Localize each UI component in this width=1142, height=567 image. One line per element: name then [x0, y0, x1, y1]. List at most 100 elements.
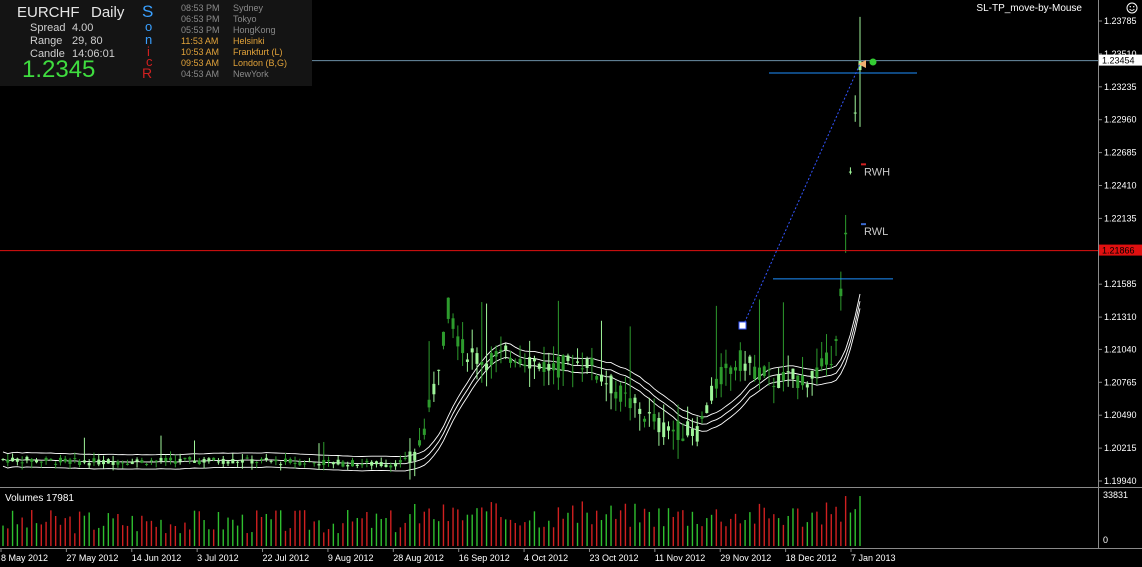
candle-body [106, 459, 110, 464]
candle-body [331, 462, 335, 465]
price-marker-label: 1.21866 [1102, 246, 1135, 256]
time-tick-label: 22 Jul 2012 [263, 553, 310, 563]
candle-body [643, 418, 647, 422]
candle-body [676, 420, 680, 440]
candle-body [188, 457, 192, 460]
candle-body [494, 351, 498, 357]
candle-body [121, 462, 125, 464]
volume-label: Volumes 17981 [5, 493, 74, 504]
candle-body [734, 367, 738, 371]
candle-body [456, 336, 460, 347]
candle-body [135, 459, 139, 462]
info-panel: EURCHF Daily Spread 4.00 Range 29, 80 Ca… [0, 0, 312, 86]
candle-body [236, 461, 240, 463]
price-tick-label: 1.22685 [1104, 148, 1137, 158]
candle-body [633, 397, 637, 404]
candle-body [298, 461, 302, 466]
candle-body [786, 371, 790, 373]
annotation-marker [861, 163, 866, 166]
candle-body [791, 368, 795, 380]
candle-body [461, 339, 465, 354]
candle-body [528, 357, 532, 369]
candle-body [173, 461, 177, 464]
session-clock-row: 10:53 AM Frankfurt (L) [181, 47, 283, 57]
session-city: Sydney [233, 3, 264, 13]
candle-body [44, 457, 48, 461]
session-time: 04:53 AM [181, 69, 220, 79]
price-tick-label: 1.23785 [1104, 16, 1137, 26]
candle-body [523, 364, 527, 367]
candle-body [149, 460, 153, 462]
candle-body [58, 457, 62, 463]
candle-body [700, 415, 704, 419]
session-clock-row: 05:53 PM HongKong [181, 25, 276, 35]
price-marker-label: 1.23454 [1102, 56, 1135, 66]
candle-body [834, 339, 838, 342]
candle-body [619, 385, 623, 402]
candle-body [355, 464, 359, 466]
time-tick-label: 8 May 2012 [1, 553, 48, 563]
candle-body [341, 461, 345, 467]
candle-body [465, 359, 469, 362]
candle-body [317, 463, 321, 466]
candle-body [753, 366, 757, 380]
candle-body [470, 348, 474, 353]
candle-body [657, 417, 661, 433]
candle-body [504, 345, 508, 351]
candle-body [762, 366, 766, 377]
candle-body [35, 460, 39, 463]
envelope-line [2, 308, 861, 472]
price-tick-label: 1.20765 [1104, 377, 1137, 387]
volume-bars: 33831 0 [2, 490, 1128, 546]
candle-body [839, 288, 843, 297]
candle-body [829, 364, 833, 366]
candle-body [274, 459, 278, 462]
session-time: 10:53 AM [181, 47, 220, 57]
candle-body [714, 378, 718, 389]
candle-body [111, 461, 115, 465]
candle-body [824, 352, 828, 365]
candle-body [102, 460, 106, 465]
candle-body [628, 398, 632, 409]
candle-body [686, 421, 690, 436]
candle-body [68, 459, 72, 464]
session-time: 05:53 PM [181, 25, 220, 35]
time-tick-label: 28 Aug 2012 [393, 553, 444, 563]
candle-body [6, 459, 10, 463]
session-city: Tokyo [233, 14, 257, 24]
volume-axis-max-label: 33831 [1103, 490, 1128, 500]
candle-body [384, 464, 388, 468]
candle-body [681, 438, 685, 441]
candle-body [20, 462, 24, 464]
candle-body [418, 440, 422, 446]
candle-body [422, 428, 426, 435]
candle-body [623, 392, 627, 394]
candle-body [293, 462, 297, 464]
time-tick-label: 23 Oct 2012 [589, 553, 638, 563]
session-city: Helsinki [233, 36, 265, 46]
candle-body [140, 460, 144, 463]
candle-body [767, 369, 771, 371]
candle-body [710, 385, 714, 401]
spread-label: Spread [30, 22, 66, 34]
annotation-label: RWL [864, 226, 888, 238]
candle-body [585, 358, 589, 368]
candle-body [413, 451, 417, 461]
time-tick-label: 14 Jun 2012 [132, 553, 182, 563]
price-axis: 1.237851.235101.232351.229601.226851.224… [1098, 16, 1142, 486]
session-clock-row: 08:53 PM Sydney [181, 3, 263, 13]
candle-body [614, 391, 618, 399]
candle-body [801, 375, 805, 386]
time-axis: 8 May 2012 27 May 2012 14 Jun 2012 3 Jul 20… [0, 548, 896, 563]
candle-body [169, 457, 173, 461]
candle-body [571, 371, 575, 373]
candle-body [145, 464, 149, 466]
candle-body [212, 457, 216, 461]
candle-body [97, 459, 101, 465]
smiley-icon[interactable] [1126, 2, 1138, 14]
candlesticks [1, 16, 862, 480]
candle-body [480, 361, 484, 365]
candle-body [279, 464, 283, 466]
candle-body [848, 171, 852, 173]
candle-body [810, 370, 814, 379]
